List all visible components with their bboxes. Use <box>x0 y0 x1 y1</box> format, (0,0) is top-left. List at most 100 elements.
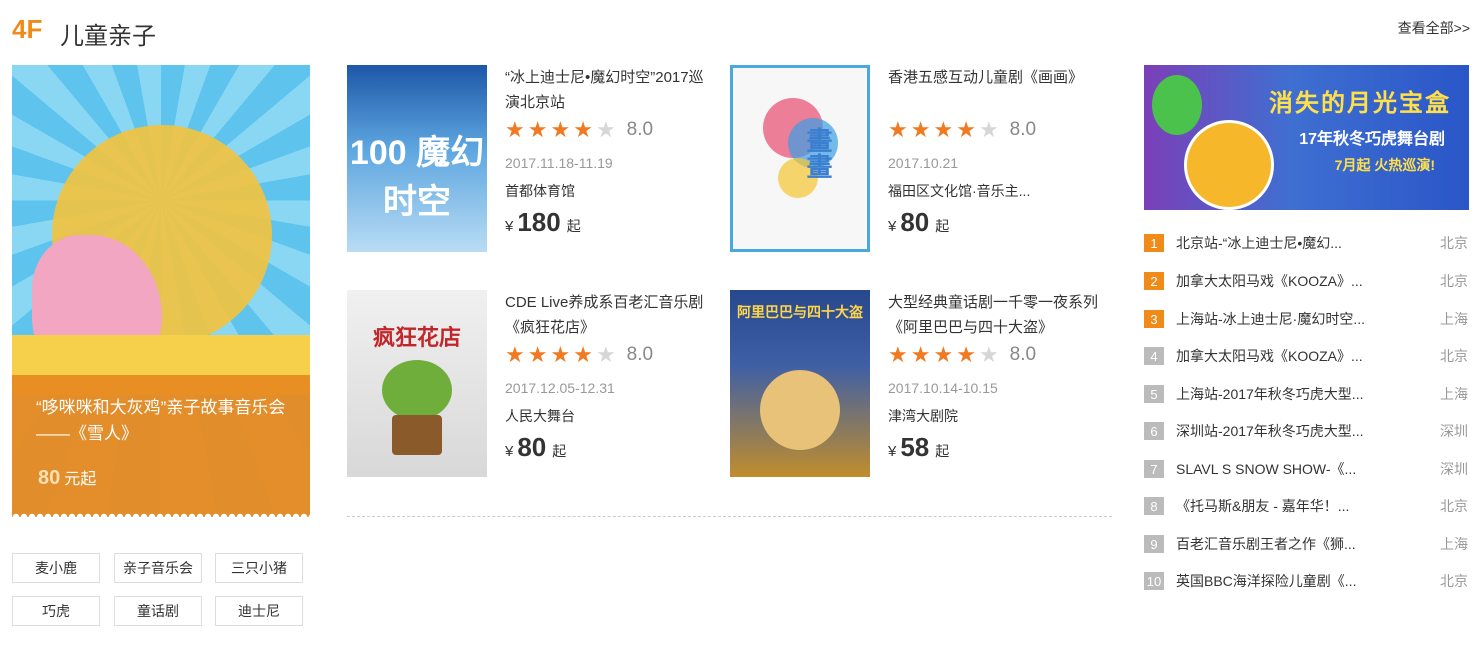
price-suffix: 起 <box>935 443 950 459</box>
rating: ★ ★ ★ ★ ★ 8.0 <box>505 117 717 143</box>
currency-symbol: ¥ <box>505 443 514 460</box>
rank-number: 8 <box>1144 497 1164 515</box>
star-icon: ★ <box>550 117 571 142</box>
rank-number: 6 <box>1144 422 1164 440</box>
parrot-illustration <box>1152 75 1202 135</box>
price-value: 80 <box>517 432 547 462</box>
ranking-item[interactable]: 2 加拿大太阳马戏《KOOZA》... 北京 <box>1144 269 1470 293</box>
ranking-item[interactable]: 7 SLAVL S SNOW SHOW-《... 深圳 <box>1144 457 1470 481</box>
show-poster[interactable]: 100 魔幻时空 <box>347 65 487 252</box>
rank-number: 7 <box>1144 460 1164 478</box>
show-poster[interactable]: 疯狂花店 <box>347 290 487 477</box>
star-empty-icon: ★ <box>978 342 999 367</box>
tag-button[interactable]: 童话剧 <box>114 596 202 626</box>
currency-symbol: ¥ <box>888 218 897 235</box>
show-poster[interactable]: 阿里巴巴与四十大盗 <box>730 290 870 477</box>
rank-title[interactable]: 《托马斯&朋友 - 嘉年华！... <box>1176 496 1426 516</box>
show-price: ¥180 起 <box>505 207 717 237</box>
show-card[interactable]: 疯狂花店 CDE Live养成系百老汇音乐剧《疯狂花店》 ★ ★ ★ ★ ★ 8.0 2… <box>347 290 717 477</box>
show-date: 2017.10.21 <box>888 155 959 171</box>
rank-city: 深圳 <box>1440 461 1468 477</box>
show-venue: 津湾大剧院 <box>888 408 958 424</box>
poster-art-text: 畫畫 <box>803 127 833 179</box>
rank-title[interactable]: 深圳站-2017年秋冬巧虎大型... <box>1176 421 1426 441</box>
rank-title[interactable]: 上海站-2017年秋冬巧虎大型... <box>1176 384 1426 404</box>
show-poster[interactable]: 畫畫 <box>730 65 870 252</box>
show-title[interactable]: 大型经典童话剧一千零一夜系列《阿里巴巴与四十大盗》 <box>888 290 1100 340</box>
score: 8.0 <box>626 119 654 140</box>
feature-price-value: 80 <box>38 467 61 489</box>
show-title[interactable]: 香港五感互动儿童剧《画画》 <box>888 65 1100 115</box>
show-price: ¥80 起 <box>888 207 1100 237</box>
rank-title[interactable]: 上海站-冰上迪士尼·魔幻时空... <box>1176 309 1426 329</box>
rank-city: 北京 <box>1440 573 1468 589</box>
feature-banner[interactable]: “哆咪咪和大灰鸡”亲子故事音乐会——《雪人》 80 元起 <box>12 65 310 517</box>
tag-button[interactable]: 三只小猪 <box>215 553 303 583</box>
star-icon: ★ <box>527 342 548 367</box>
star-icon: ★ <box>956 117 976 142</box>
rank-title[interactable]: 北京站-“冰上迪士尼•魔幻... <box>1176 233 1426 253</box>
rank-number: 9 <box>1144 535 1164 553</box>
tag-button[interactable]: 巧虎 <box>12 596 100 626</box>
ranking-item[interactable]: 6 深圳站-2017年秋冬巧虎大型... 深圳 <box>1144 419 1470 443</box>
feature-price: 80 元起 <box>38 465 96 490</box>
star-icon: ★ <box>933 342 954 367</box>
show-venue: 福田区文化馆·音乐主... <box>888 183 1031 199</box>
ranking-item[interactable]: 10 英国BBC海洋探险儿童剧《... 北京 <box>1144 569 1470 593</box>
ranking-item[interactable]: 5 上海站-2017年秋冬巧虎大型... 上海 <box>1144 382 1470 406</box>
star-icon: ★ <box>527 117 548 142</box>
tag-button[interactable]: 迪士尼 <box>215 596 303 626</box>
star-icon: ★ <box>888 117 908 142</box>
rank-number: 4 <box>1144 347 1164 365</box>
feature-overlay: “哆咪咪和大灰鸡”亲子故事音乐会——《雪人》 80 元起 <box>12 375 310 517</box>
rank-title[interactable]: 百老汇音乐剧王者之作《狮... <box>1176 534 1426 554</box>
view-all-link[interactable]: 查看全部>> <box>1398 18 1470 38</box>
side-banner-tagline: 7月起 火热巡演! <box>1334 157 1435 173</box>
side-banner[interactable]: 消失的月光宝盒 17年秋冬巧虎舞台剧 7月起 火热巡演! <box>1144 65 1469 210</box>
show-card[interactable]: 阿里巴巴与四十大盗 大型经典童话剧一千零一夜系列《阿里巴巴与四十大盗》 ★ ★ ★ ★… <box>730 290 1100 477</box>
rank-title[interactable]: 英国BBC海洋探险儿童剧《... <box>1176 571 1426 591</box>
rank-title[interactable]: SLAVL S SNOW SHOW-《... <box>1176 459 1426 479</box>
rank-city: 上海 <box>1440 536 1468 552</box>
star-icon: ★ <box>505 342 525 367</box>
show-venue: 人民大舞台 <box>505 408 575 424</box>
price-value: 58 <box>900 432 930 462</box>
ranking-item[interactable]: 3 上海站-冰上迪士尼·魔幻时空... 上海 <box>1144 307 1470 331</box>
price-suffix: 起 <box>552 443 567 459</box>
star-icon: ★ <box>505 117 525 142</box>
ranking-item[interactable]: 8 《托马斯&朋友 - 嘉年华！... 北京 <box>1144 494 1470 518</box>
feature-price-unit: 元起 <box>64 471 97 488</box>
star-empty-icon: ★ <box>595 342 616 367</box>
rank-city: 北京 <box>1440 348 1468 364</box>
score: 8.0 <box>1009 119 1037 140</box>
star-empty-icon: ★ <box>595 117 616 142</box>
star-icon: ★ <box>888 342 908 367</box>
star-icon: ★ <box>573 342 593 367</box>
poster-art-text: 100 魔幻时空 <box>349 134 485 221</box>
rank-city: 上海 <box>1440 311 1468 327</box>
currency-symbol: ¥ <box>888 443 897 460</box>
rank-number: 2 <box>1144 272 1164 290</box>
ranking-item[interactable]: 1 北京站-“冰上迪士尼•魔幻... 北京 <box>1144 231 1470 255</box>
price-suffix: 起 <box>566 218 581 234</box>
ranking-item[interactable]: 9 百老汇音乐剧王者之作《狮... 上海 <box>1144 532 1470 556</box>
tag-button[interactable]: 亲子音乐会 <box>114 553 202 583</box>
rank-title[interactable]: 加拿大太阳马戏《KOOZA》... <box>1176 346 1426 366</box>
show-title[interactable]: CDE Live养成系百老汇音乐剧《疯狂花店》 <box>505 290 717 340</box>
rank-title[interactable]: 加拿大太阳马戏《KOOZA》... <box>1176 271 1426 291</box>
rank-city: 北京 <box>1440 273 1468 289</box>
rank-city: 深圳 <box>1440 423 1468 439</box>
rank-number: 1 <box>1144 234 1164 252</box>
show-date: 2017.11.18-11.19 <box>505 155 613 171</box>
rating: ★ ★ ★ ★ ★ 8.0 <box>505 342 717 368</box>
show-card[interactable]: 100 魔幻时空 “冰上迪士尼•魔幻时空”2017巡演北京站 ★ ★ ★ ★ ★ 8.0… <box>347 65 717 252</box>
tag-button[interactable]: 麦小鹿 <box>12 553 100 583</box>
show-card[interactable]: 畫畫 香港五感互动儿童剧《画画》 ★ ★ ★ ★ ★ 8.0 2017.10.21 福田… <box>730 65 1100 252</box>
side-banner-subtitle: 17年秋冬巧虎舞台剧 <box>1299 131 1445 148</box>
ranking-item[interactable]: 4 加拿大太阳马戏《KOOZA》... 北京 <box>1144 344 1470 368</box>
divider <box>347 516 1112 517</box>
show-title[interactable]: “冰上迪士尼•魔幻时空”2017巡演北京站 <box>505 65 717 115</box>
rank-city: 北京 <box>1440 498 1468 514</box>
price-value: 80 <box>900 207 930 237</box>
show-venue: 首都体育馆 <box>505 183 575 199</box>
